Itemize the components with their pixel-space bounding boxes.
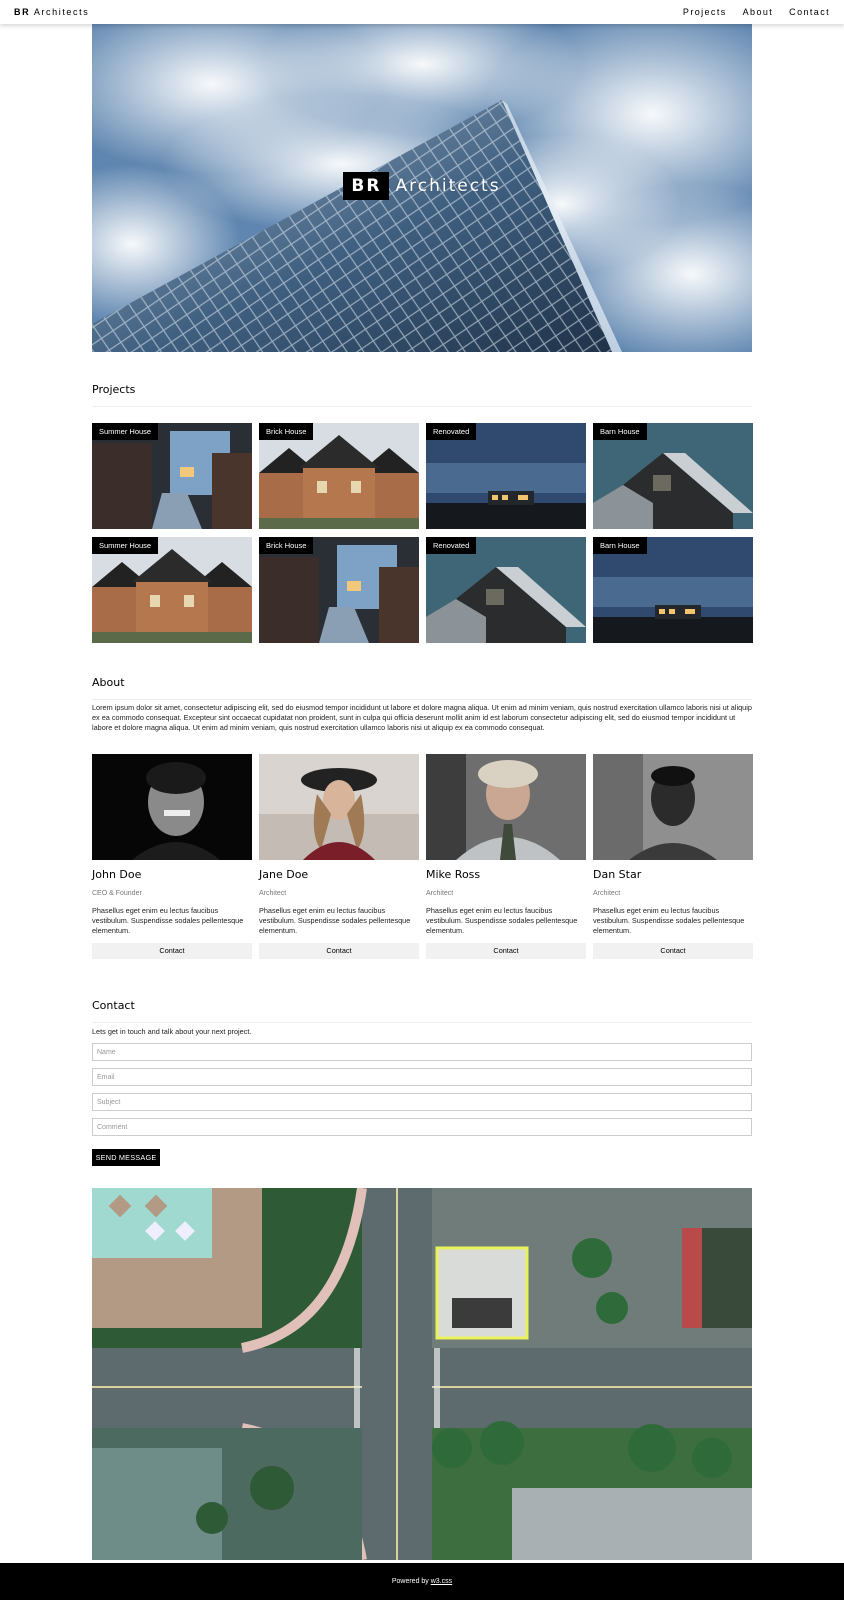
contact-button[interactable]: Contact — [593, 943, 753, 959]
member-role: Architect — [426, 890, 454, 897]
member-description: Phasellus eget enim eu lectus faucibus v… — [426, 906, 578, 935]
project-label: Summer House — [92, 423, 159, 440]
name-field[interactable]: Name — [92, 1043, 752, 1061]
project-label: Barn House — [593, 537, 647, 554]
contact-heading: Contact — [92, 999, 752, 1023]
subject-field[interactable]: Subject — [92, 1093, 752, 1111]
contact-button[interactable]: Contact — [426, 943, 586, 959]
portrait-photo — [259, 754, 419, 860]
comment-field[interactable]: Comment — [92, 1118, 752, 1136]
hero-title: BR Architects — [92, 172, 752, 200]
project-label: Brick House — [259, 537, 314, 554]
portrait-photo — [92, 754, 252, 860]
project-label: Renovated — [426, 537, 477, 554]
member-description: Phasellus eget enim eu lectus faucibus v… — [92, 906, 244, 935]
contact-button[interactable]: Contact — [92, 943, 252, 959]
avatar — [593, 754, 753, 860]
team-card-mike-ross: Mike Ross Architect Phasellus eget enim … — [426, 754, 586, 959]
member-description: Phasellus eget enim eu lectus faucibus v… — [593, 906, 745, 935]
nav-link-about[interactable]: About — [743, 7, 774, 17]
avatar — [426, 754, 586, 860]
member-name: John Doe — [92, 868, 142, 881]
member-name: Dan Star — [593, 868, 642, 881]
contact-lead: Lets get in touch and talk about your ne… — [92, 1027, 252, 1036]
footer-text: Powered by — [391, 1578, 429, 1585]
project-tile-renovated-2[interactable]: Renovated — [426, 537, 586, 643]
contact-button[interactable]: Contact — [259, 943, 419, 959]
project-tile-brick-house-2[interactable]: Brick House — [259, 537, 419, 643]
member-description: Phasellus eget enim eu lectus faucibus v… — [259, 906, 411, 935]
team-card-john-doe: John Doe CEO & Founder Phasellus eget en… — [92, 754, 252, 959]
nav-link-contact[interactable]: Contact — [789, 7, 830, 17]
project-tile-brick-house[interactable]: Brick House — [259, 423, 419, 529]
aerial-map-image — [92, 1188, 752, 1560]
member-role: CEO & Founder — [92, 890, 142, 897]
project-label: Brick House — [259, 423, 314, 440]
project-tile-summer-house[interactable]: Summer House — [92, 423, 252, 529]
about-paragraph: Lorem ipsum dolor sit amet, consectetur … — [92, 703, 752, 732]
projects-heading: Projects — [92, 383, 752, 407]
team-card-jane-doe: Jane Doe Architect Phasellus eget enim e… — [259, 754, 419, 959]
project-tile-renovated[interactable]: Renovated — [426, 423, 586, 529]
project-label: Barn House — [593, 423, 647, 440]
footer-link[interactable]: w3.css — [431, 1578, 452, 1585]
member-name: Mike Ross — [426, 868, 481, 881]
aerial-city-illustration — [92, 1188, 752, 1560]
nav-brand-text: Architects — [33, 7, 90, 17]
team-card-dan-star: Dan Star Architect Phasellus eget enim e… — [593, 754, 753, 959]
top-navbar: BR Architects Projects About Contact — [0, 0, 844, 24]
project-label: Summer House — [92, 537, 159, 554]
footer: Powered by w3.css — [0, 1563, 844, 1600]
avatar — [259, 754, 419, 860]
member-name: Jane Doe — [259, 868, 309, 881]
about-heading: About — [92, 676, 752, 700]
nav-links: Projects About Contact — [683, 7, 830, 17]
avatar — [92, 754, 252, 860]
nav-brand[interactable]: BR Architects — [14, 7, 89, 17]
hero-title-text: Architects — [395, 176, 501, 196]
send-message-button[interactable]: SEND MESSAGE — [92, 1149, 160, 1166]
hero-title-bold: BR — [343, 172, 390, 200]
project-label: Renovated — [426, 423, 477, 440]
nav-link-projects[interactable]: Projects — [683, 7, 727, 17]
project-tile-barn-house[interactable]: Barn House — [593, 423, 753, 529]
hero-image: BR Architects — [92, 24, 752, 352]
project-tile-barn-house-2[interactable]: Barn House — [593, 537, 753, 643]
project-tile-summer-house-2[interactable]: Summer House — [92, 537, 252, 643]
member-role: Architect — [593, 890, 621, 897]
member-role: Architect — [259, 890, 287, 897]
nav-brand-bold: BR — [14, 7, 31, 17]
portrait-photo — [426, 754, 586, 860]
portrait-photo — [593, 754, 753, 860]
email-field[interactable]: Email — [92, 1068, 752, 1086]
